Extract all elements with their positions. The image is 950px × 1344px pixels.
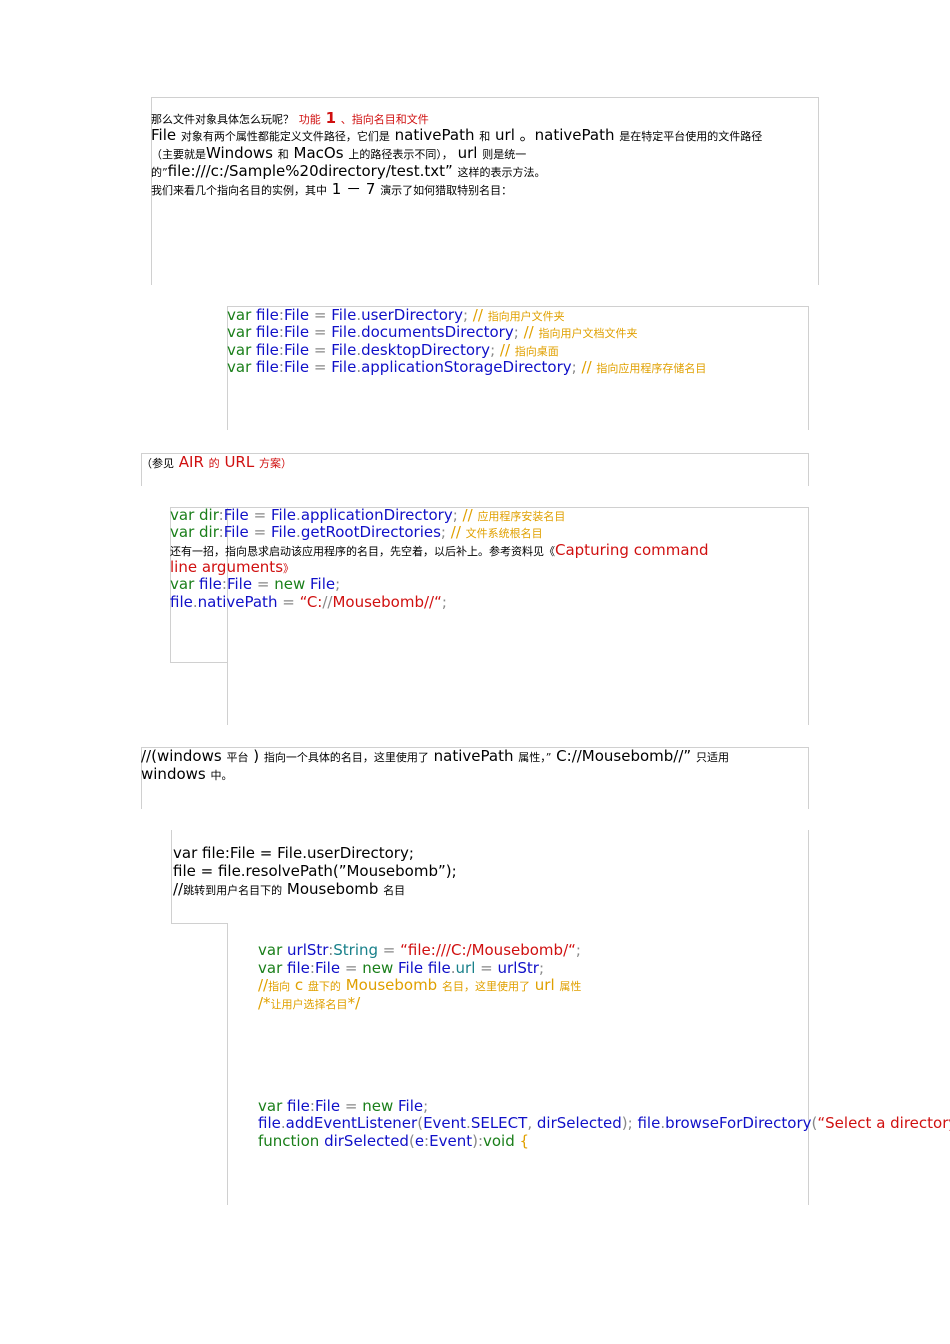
code-box-3-inner	[227, 923, 228, 1205]
code2-line-6: file.nativePath = “C://Mousebomb//“;	[170, 593, 447, 611]
box-border-top	[151, 97, 819, 98]
code4-line-1: var urlStr:String = “file:///C:/Mousebom…	[258, 941, 581, 959]
intro-paragraph-line-4: 我们来看几个指向名目的实例，其中 1 － 7 演示了如何猎取特别名目：	[151, 180, 513, 198]
code4-line-3: //指向 c 盘下的 Mousebomb 名目，这里使用了 url 属性	[258, 976, 582, 994]
code2-line-2: var dir:File = File.getRootDirectories; …	[170, 523, 543, 541]
intro-paragraph-line-3: 的”file:///c:/Sample%20directory/test.txt…	[151, 162, 546, 180]
intro-paragraph-line-2: （主要就是Windows 和 MacOs 上的路径表示不同）， url 则是统一	[151, 144, 527, 162]
code-box-3-step	[171, 923, 228, 924]
code4-line-4: /*让用户选择名目*/	[258, 994, 361, 1012]
box-border-right	[818, 97, 819, 285]
code5-line-1: var file:File = new File;	[258, 1097, 429, 1115]
code-box-3-left	[171, 830, 172, 924]
code-box-3-right	[808, 830, 809, 1205]
win-note-line-1: //(windows 平台 ) 指向一个具体的名目，这里使用了 nativePa…	[141, 747, 729, 765]
win-note-box-right	[808, 747, 809, 809]
code5-line-2: file.addEventListener(Event.SELECT, dirS…	[258, 1114, 950, 1132]
intro-heading: 那么文件对象具体怎么玩呢？ 功能 1 、指向名目和文件	[151, 109, 429, 127]
code5-line-3: function dirSelected(e:Event):void {	[258, 1132, 530, 1150]
code1-line: var file:File = File.documentsDirectory;…	[227, 323, 638, 341]
code3-line-2: file = file.resolvePath(”Mousebomb”);	[173, 862, 457, 880]
code2-line-5: var file:File = new File;	[170, 575, 341, 593]
code3-line-1: var file:File = File.userDirectory;	[173, 844, 414, 862]
code-box-2-step	[170, 662, 228, 663]
code1-line: var file:File = File.applicationStorageD…	[227, 358, 707, 376]
note-box-right	[808, 453, 809, 486]
note-url-scheme: （参见 AIR 的 URL 方案）	[141, 453, 292, 471]
code-box-1-right	[808, 306, 809, 430]
code-box-2-right	[808, 507, 809, 725]
win-note-line-2: windows 中。	[141, 765, 233, 783]
code3-line-3: //跳转到用户名目下的 Mousebomb 名目	[173, 880, 406, 898]
intro-paragraph-line-1: File 对象有两个属性都能定义文件路径，它们是 nativePath 和 ur…	[151, 126, 763, 144]
code4-line-2: var file:File = new File file.url = urlS…	[258, 959, 544, 977]
